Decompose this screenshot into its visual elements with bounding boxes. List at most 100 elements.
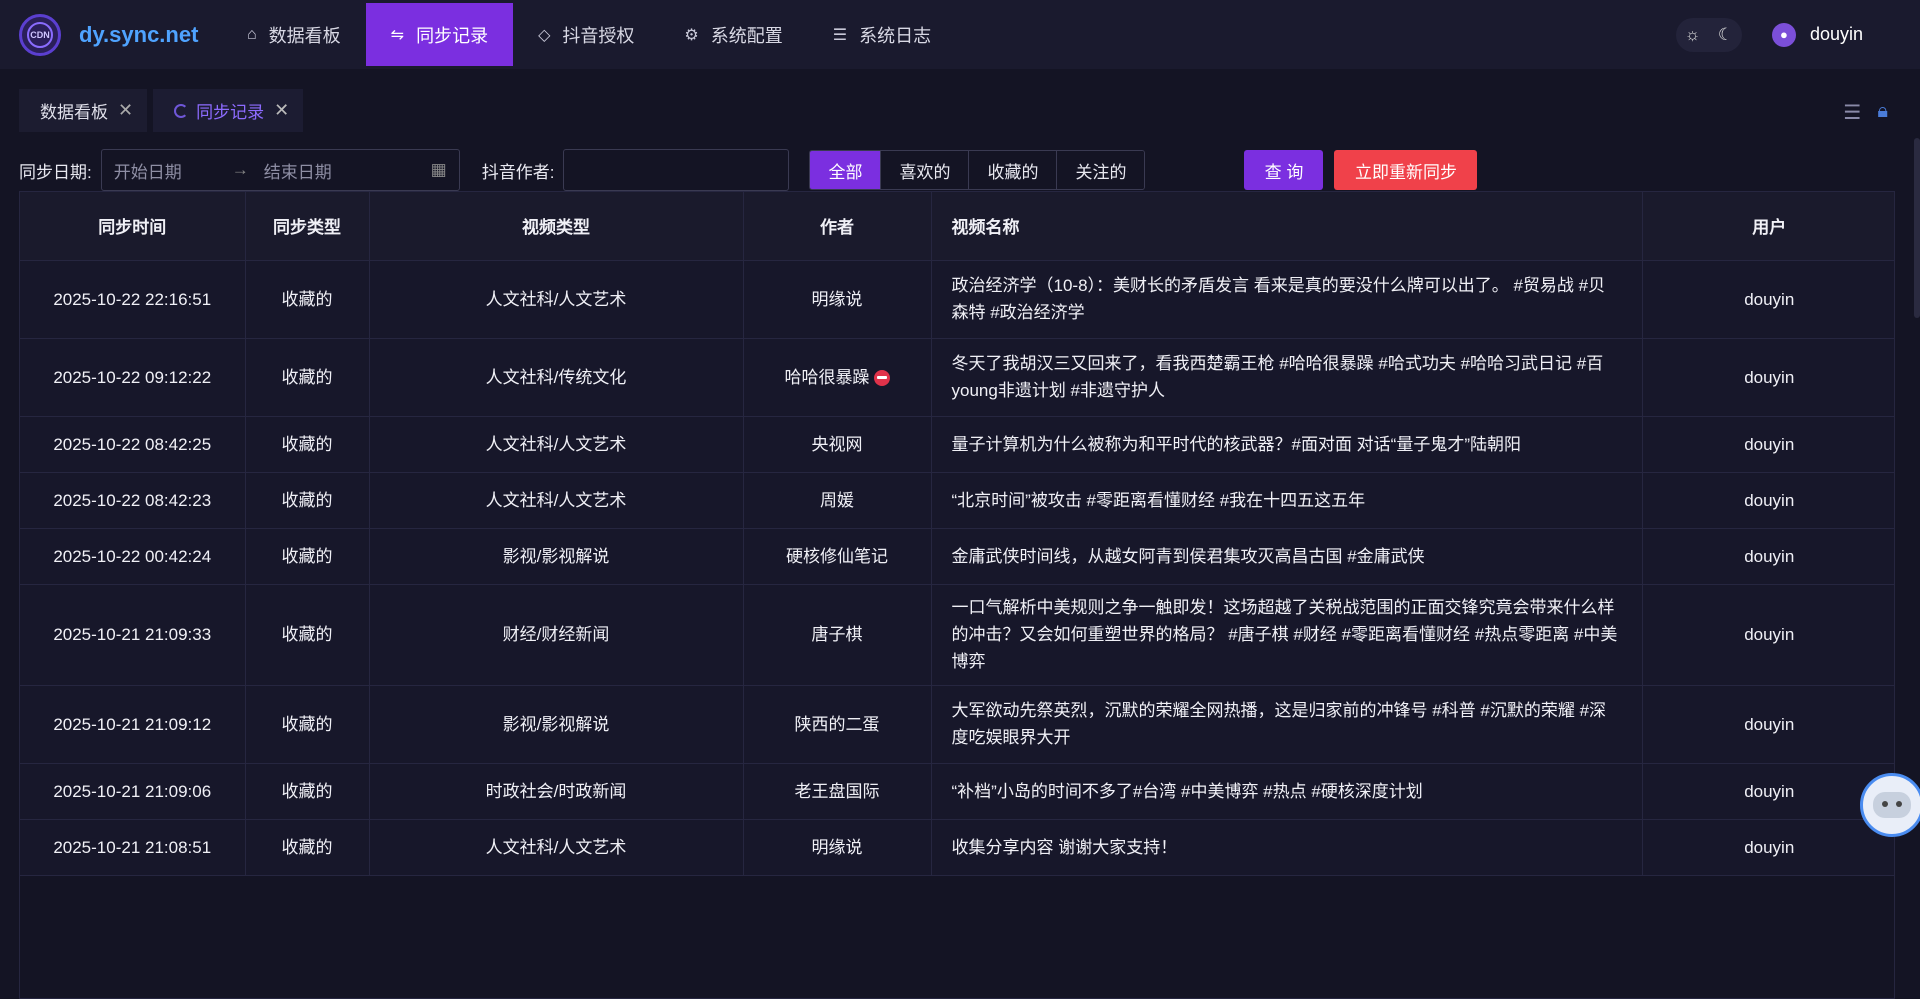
cell-text: 收藏的 — [281, 714, 333, 734]
cell-time: 2025-10-21 21:09:33 — [20, 584, 246, 686]
logo-badge-text: CDN — [30, 29, 50, 40]
cell-time: 2025-10-21 21:08:51 — [20, 819, 246, 876]
arrow-right-icon: → — [231, 160, 249, 179]
cell-text: 2025-10-21 21:09:06 — [53, 781, 212, 801]
table-row[interactable]: 2025-10-22 08:42:23 收藏的 人文社科/人文艺术 周媛 “北京时间”被… — [20, 472, 1894, 529]
cell-user: douyin — [1642, 685, 1894, 764]
cell-category: 人文社科/人文艺术 — [369, 819, 744, 876]
sun-icon[interactable]: ☼ — [1685, 25, 1701, 45]
table-row[interactable]: 2025-10-22 08:42:25 收藏的 人文社科/人文艺术 央视网 量子计算机为… — [20, 416, 1894, 473]
table-row[interactable]: 2025-10-21 21:09:33 收藏的 财经/财经新闻 唐子棋 一口气解析中美规… — [20, 584, 1894, 686]
gear-icon: ⚙ — [684, 26, 699, 44]
query-button[interactable]: 查 询 — [1244, 150, 1324, 190]
cell-text: douyin — [1744, 289, 1795, 309]
cell-text: 收藏的 — [281, 367, 333, 387]
column-header[interactable]: 视频类型 — [369, 192, 744, 261]
cell-author: 哈哈很暴躁 — [743, 338, 932, 417]
cell-text: 2025-10-22 22:16:51 — [53, 289, 212, 309]
table-row[interactable]: 2025-10-21 21:08:51 收藏的 人文社科/人文艺术 明缘说 收集分享内容… — [20, 819, 1894, 876]
cell-text: 影视/影视解说 — [502, 546, 610, 566]
nav-item-0[interactable]: ⌂ 数据看板 — [222, 3, 366, 66]
cell-text: 收藏的 — [281, 781, 333, 801]
segment-1[interactable]: 喜欢的 — [880, 151, 969, 189]
segment-3[interactable]: 关注的 — [1056, 151, 1145, 189]
nav-item-4[interactable]: ☰ 系统日志 — [808, 3, 956, 66]
column-header[interactable]: 同步类型 — [245, 192, 370, 261]
cell-time: 2025-10-21 21:09:12 — [20, 685, 246, 764]
cell-title: “补档”小岛的时间不多了#台湾 #中美博弈 #热点 #硬核深度计划 — [931, 763, 1643, 820]
nav-item-1[interactable]: ⇋ 同步记录 — [365, 3, 514, 66]
column-header[interactable]: 用户 — [1642, 192, 1894, 261]
column-header[interactable]: 作者 — [743, 192, 932, 261]
table-row[interactable]: 2025-10-22 00:42:24 收藏的 影视/影视解说 硬核修仙笔记 金庸武侠时… — [20, 528, 1894, 585]
cell-text: 金庸武侠时间线，从越女阿青到侯君集攻灭高昌古国 #金庸武侠 — [951, 546, 1425, 566]
lock-icon[interactable]: 🔒︎ — [1877, 100, 1888, 125]
logo-badge-icon: CDN — [19, 13, 61, 56]
cell-type: 收藏的 — [245, 685, 370, 764]
table-row[interactable]: 2025-10-22 22:16:51 收藏的 人文社科/人文艺术 明缘说 政治经济学（… — [20, 260, 1894, 339]
cell-author: 央视网 — [743, 416, 932, 473]
close-icon[interactable]: ✕ — [274, 100, 289, 121]
cell-user: douyin — [1642, 763, 1894, 820]
table-row[interactable]: 2025-10-21 21:09:06 收藏的 时政社会/时政新闻 老王盘国际 “补档”… — [20, 763, 1894, 820]
records-table: 同步时间 同步类型 视频类型 作者 视频名称 用户 2025-10-22 22:16:51… — [19, 191, 1895, 999]
cell-author: 明缘说 — [743, 819, 932, 876]
cell-category: 人文社科/人文艺术 — [369, 260, 744, 339]
cell-text: douyin — [1744, 781, 1795, 801]
date-range-picker[interactable]: 开始日期 → 结束日期 ▦ — [100, 149, 460, 191]
column-header[interactable]: 同步时间 — [20, 192, 246, 261]
table-row[interactable]: 2025-10-21 21:09:12 收藏的 影视/影视解说 陕西的二蛋 大军欲动先祭… — [20, 685, 1894, 764]
assistant-bot-icon[interactable] — [1860, 773, 1920, 837]
cell-text: douyin — [1744, 546, 1795, 566]
resync-button[interactable]: 立即重新同步 — [1334, 150, 1478, 190]
layout-icon[interactable]: ☰ — [1843, 100, 1861, 125]
cell-text: 量子计算机为什么被称为和平时代的核武器？#面对面 对话“量子鬼才”陆朝阳 — [951, 434, 1522, 454]
cell-text: 老王盘国际 — [794, 781, 880, 801]
cell-category: 人文社科/人文艺术 — [369, 472, 744, 529]
cell-category: 时政社会/时政新闻 — [369, 763, 744, 820]
loading-icon — [174, 103, 189, 118]
column-header[interactable]: 视频名称 — [931, 192, 1643, 261]
close-icon[interactable]: ✕ — [118, 100, 133, 121]
cell-text: 人文社科/传统文化 — [485, 367, 627, 387]
cell-author: 陕西的二蛋 — [743, 685, 932, 764]
page-tabs: 数据看板 ✕ 同步记录 ✕ — [19, 89, 309, 132]
nav-item-2[interactable]: ◇ 抖音授权 — [513, 3, 659, 66]
cell-text: 影视/影视解说 — [502, 714, 610, 734]
cell-text: 人文社科/人文艺术 — [485, 490, 627, 510]
cell-text: “补档”小岛的时间不多了#台湾 #中美博弈 #热点 #硬核深度计划 — [951, 781, 1423, 801]
cell-text: “北京时间”被攻击 #零距离看懂财经 #我在十四五这五年 — [951, 490, 1366, 510]
segment-2[interactable]: 收藏的 — [968, 151, 1057, 189]
user-menu[interactable]: ● douyin — [1771, 22, 1863, 47]
cell-type: 收藏的 — [245, 819, 370, 876]
logo[interactable]: CDN dy.sync.net — [0, 0, 222, 69]
table-row[interactable]: 2025-10-22 09:12:22 收藏的 人文社科/传统文化 哈哈很暴躁 冬天了我… — [20, 338, 1894, 417]
nav-item-label: 同步记录 — [416, 25, 489, 46]
cell-type: 收藏的 — [245, 260, 370, 339]
tab-1[interactable]: 同步记录 ✕ — [153, 89, 304, 132]
theme-toggle[interactable]: ☼ ☾ — [1675, 17, 1742, 52]
start-date-input[interactable]: 开始日期 — [114, 158, 182, 183]
nav-item-3[interactable]: ⚙ 系统配置 — [659, 3, 807, 66]
end-date-input[interactable]: 结束日期 — [264, 158, 332, 183]
moon-icon[interactable]: ☾ — [1718, 25, 1733, 45]
author-input[interactable] — [563, 149, 790, 191]
avatar: ● — [1771, 22, 1796, 47]
cell-type: 收藏的 — [245, 338, 370, 417]
cell-text: 2025-10-22 09:12:22 — [53, 367, 212, 387]
tab-0[interactable]: 数据看板 ✕ — [19, 89, 148, 132]
dashboard-icon: ⌂ — [247, 25, 257, 43]
scrollbar[interactable] — [1914, 138, 1920, 999]
author-label: 抖音作者: — [481, 162, 555, 182]
cell-text: 收藏的 — [281, 289, 333, 309]
cell-type: 收藏的 — [245, 763, 370, 820]
type-segmented-control: 全部 喜欢的 收藏的 关注的 — [809, 150, 1146, 190]
cell-type: 收藏的 — [245, 472, 370, 529]
cell-text: 人文社科/人文艺术 — [485, 434, 627, 454]
segment-0[interactable]: 全部 — [810, 151, 881, 189]
calendar-icon[interactable]: ▦ — [431, 160, 447, 180]
cell-author: 唐子棋 — [743, 584, 932, 686]
table-body: 2025-10-22 22:16:51 收藏的 人文社科/人文艺术 明缘说 政治经济学（… — [20, 260, 1894, 876]
cell-text: 冬天了我胡汉三又回来了，看我西楚霸王枪 #哈哈很暴躁 #哈式功夫 #哈哈习武日记… — [951, 354, 1604, 400]
cell-text: 时政社会/时政新闻 — [485, 781, 627, 801]
